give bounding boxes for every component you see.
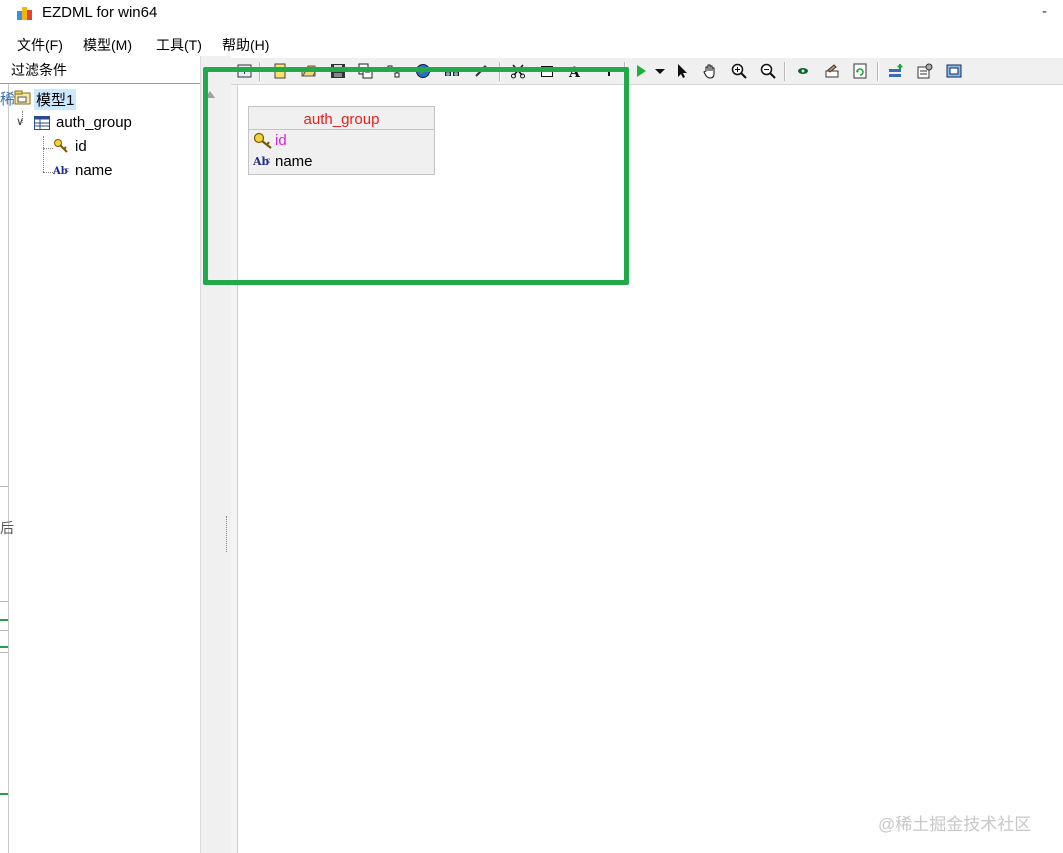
left-edge-divider (8, 84, 9, 853)
edge-mark (0, 646, 8, 648)
model-tree-panel: 过滤条件 稀 后 模型1 ∨ auth_group id Ab c name (0, 56, 200, 853)
table-icon (34, 116, 50, 130)
toolbar-separator (784, 62, 786, 81)
tree-label-model[interactable]: 模型1 (34, 89, 77, 110)
refresh-icon[interactable] (852, 63, 868, 79)
edge-line (0, 486, 8, 487)
filter-label[interactable]: 过滤条件 (11, 60, 67, 80)
tree-connector (43, 148, 53, 149)
edge-glyph-top: 稀 (0, 90, 16, 108)
edge-mark (0, 619, 8, 621)
filter-divider (0, 83, 200, 84)
edge-line (0, 601, 8, 602)
minimize-button[interactable]: - (1042, 4, 1047, 20)
add-field-icon[interactable] (888, 63, 904, 79)
dropdown-icon[interactable] (652, 63, 668, 79)
tree-label-field-id[interactable]: id (75, 138, 87, 155)
tree-label-field-name[interactable]: name (75, 162, 113, 179)
zoom-in-icon[interactable] (731, 63, 747, 79)
edge-glyph-bottom: 后 (0, 521, 14, 537)
svg-text:c: c (65, 166, 69, 174)
run-icon[interactable] (633, 63, 649, 79)
edge-line (0, 630, 8, 631)
tree-label-table[interactable]: auth_group (56, 114, 132, 131)
menu-file[interactable]: 文件(F) (17, 35, 63, 55)
toolbar-separator (877, 62, 879, 81)
pointer-icon[interactable] (674, 63, 690, 79)
title-bar: EZDML for win64 - (0, 0, 1063, 30)
menu-model[interactable]: 模型(M) (83, 35, 132, 55)
sign-icon[interactable] (824, 63, 840, 79)
zoom-out-icon[interactable] (760, 63, 776, 79)
highlight-box (203, 67, 629, 285)
menu-tools[interactable]: 工具(T) (156, 35, 202, 55)
window-title: EZDML for win64 (42, 4, 158, 21)
fit-icon[interactable] (946, 63, 962, 79)
hand-icon[interactable] (702, 63, 718, 79)
chevron-down-icon[interactable]: ∨ (16, 115, 24, 128)
edge-line (0, 652, 8, 653)
watermark: @稀土掘金技术社区 (878, 815, 1032, 834)
splitter-grip[interactable] (226, 516, 229, 552)
tree-connector (43, 172, 53, 173)
menu-bar: 文件(F) 模型(M) 工具(T) 帮助(H) (0, 30, 1063, 56)
properties-icon[interactable] (917, 63, 933, 79)
view-icon[interactable] (795, 63, 811, 79)
menu-help[interactable]: 帮助(H) (222, 35, 269, 55)
text-field-icon: Ab c (53, 166, 69, 176)
model-icon (14, 90, 31, 105)
edge-mark (0, 793, 8, 795)
tree-connector (43, 136, 44, 172)
key-icon (54, 139, 68, 153)
app-icon (17, 7, 32, 20)
